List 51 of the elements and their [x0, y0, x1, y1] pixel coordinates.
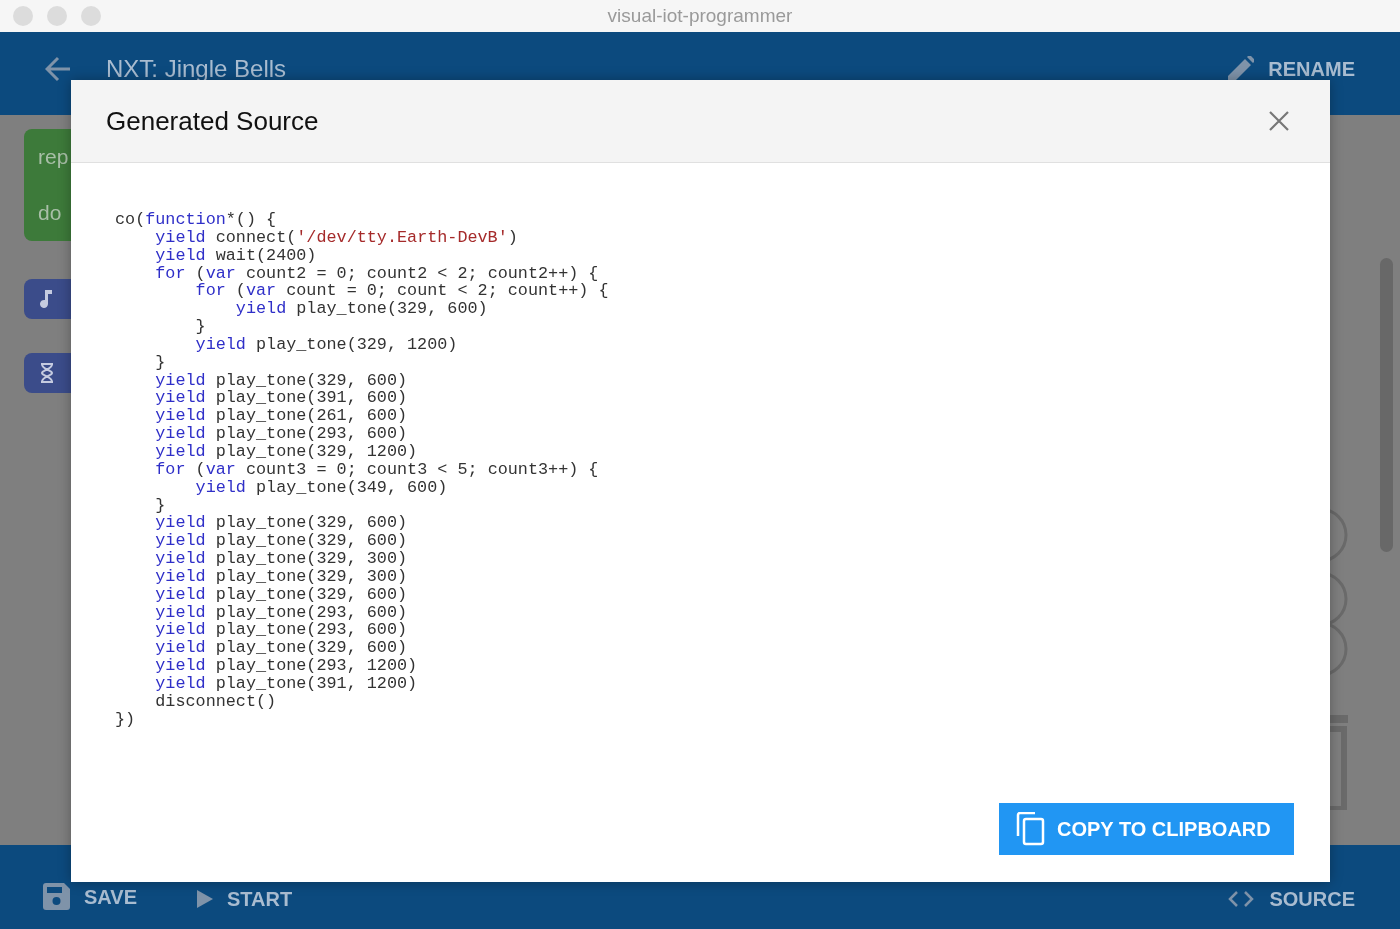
code-line: yield play_tone(329, 600): [234, 300, 488, 319]
hourglass-icon: [40, 363, 54, 383]
back-arrow-icon[interactable]: [45, 56, 71, 82]
source-button[interactable]: SOURCE: [1227, 888, 1355, 910]
command-block[interactable]: [24, 279, 71, 319]
code-icon: [1227, 890, 1256, 908]
code-line: }: [154, 353, 166, 372]
code-line: yield play_tone(293, 1200): [154, 657, 418, 675]
code-line: }): [115, 710, 136, 729]
code-line: for (var count = 0; count < 2; count++) {: [194, 282, 609, 301]
code-line: yield play_tone(329, 300): [154, 567, 408, 586]
block-label: rep: [38, 145, 70, 169]
project-title: NXT: Jingle Bells: [106, 56, 287, 82]
code-line: yield play_tone(391, 600): [154, 389, 408, 408]
code-line: yield play_tone(329, 600): [154, 514, 408, 533]
code-line: yield play_tone(329, 1200): [194, 335, 458, 354]
code-line: yield play_tone(329, 1200): [154, 442, 418, 461]
close-button[interactable]: [1269, 111, 1289, 131]
pencil-icon: [1228, 56, 1255, 82]
code-line: for (var count2 = 0; count2 < 2; count2++) {: [154, 264, 599, 283]
command-block[interactable]: [24, 353, 71, 393]
code-line: co(function*() {: [115, 211, 277, 229]
code-line: yield play_tone(391, 1200): [154, 674, 418, 693]
code-line: for (var count3 = 0; count3 < 5; count3++) {: [154, 460, 599, 479]
code-line: yield play_tone(329, 600): [154, 532, 408, 551]
copy-icon: [1015, 812, 1045, 846]
code-line: yield play_tone(329, 600): [154, 585, 408, 604]
play-icon: [197, 890, 213, 908]
music-note-icon: [40, 290, 52, 308]
code-line: yield wait(2400): [154, 246, 317, 265]
dialog-title: Generated Source: [106, 105, 319, 137]
code-line: yield play_tone(329, 300): [154, 550, 408, 568]
save-icon: [43, 883, 70, 910]
code-line: yield connect('/dev/tty.Earth-DevB'): [154, 228, 518, 247]
code-line: yield play_tone(293, 600): [154, 621, 408, 640]
block-label: do: [38, 201, 63, 225]
code-line: disconnect(): [154, 692, 277, 711]
code-line: yield play_tone(261, 600): [154, 407, 408, 426]
code-line: }: [154, 496, 166, 515]
code-line: yield play_tone(293, 600): [154, 425, 408, 443]
loop-block[interactable]: rep do: [24, 129, 71, 241]
copy-to-clipboard-button[interactable]: COPY TO CLIPBOARD: [999, 803, 1294, 855]
rename-button[interactable]: RENAME: [1228, 56, 1355, 82]
code-line: yield play_tone(293, 600): [154, 603, 408, 622]
code-line: yield play_tone(329, 600): [154, 639, 408, 658]
code-line: yield play_tone(349, 600): [194, 478, 448, 497]
window-title: visual-iot-programmer: [607, 5, 793, 27]
code-line: }: [194, 318, 206, 336]
code-line: yield play_tone(329, 600): [154, 371, 408, 390]
start-button[interactable]: START: [197, 888, 293, 910]
save-button[interactable]: SAVE: [43, 883, 137, 910]
